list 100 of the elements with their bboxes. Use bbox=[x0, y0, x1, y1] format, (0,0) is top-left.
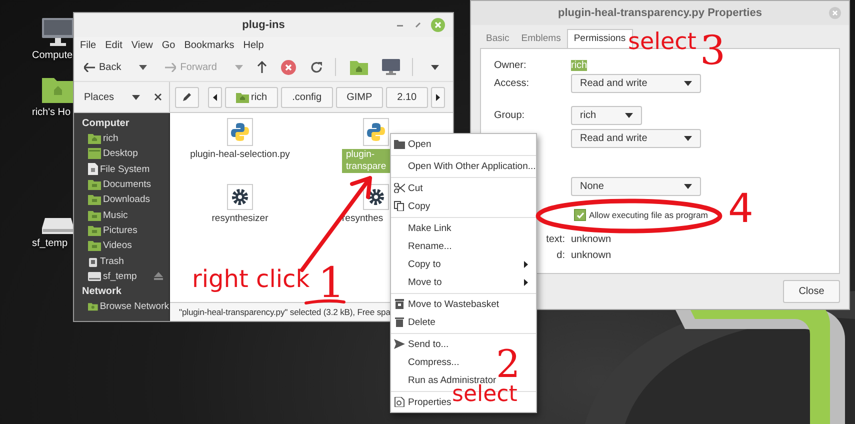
eject-icon[interactable] bbox=[154, 272, 163, 280]
sidebar-heading: Computer bbox=[81, 117, 130, 131]
sidebar-item[interactable]: Desktop bbox=[74, 146, 169, 162]
menu-item[interactable]: Go bbox=[162, 40, 176, 50]
dropdown[interactable]: rich bbox=[571, 106, 642, 124]
menu-item[interactable]: Bookmarks bbox=[184, 40, 234, 50]
sidebar-item[interactable]: Pictures bbox=[74, 222, 169, 238]
dropdown-caret-icon[interactable] bbox=[139, 64, 148, 70]
path-button[interactable]: 2.10 bbox=[386, 86, 428, 108]
trash-icon bbox=[88, 256, 98, 267]
menu-item[interactable]: Copy to bbox=[408, 258, 441, 270]
annotation-text: 4 bbox=[728, 189, 754, 229]
menu-item[interactable]: Open With Other Application... bbox=[408, 160, 536, 172]
sidebar-item[interactable]: Documents bbox=[74, 176, 169, 192]
scroll-left-button[interactable] bbox=[208, 86, 222, 108]
path-button[interactable]: .config bbox=[281, 86, 333, 108]
annotation-text: select bbox=[452, 384, 518, 406]
sidebar-item[interactable]: File System bbox=[74, 162, 169, 177]
menu-item[interactable]: Properties bbox=[408, 396, 452, 408]
places-label[interactable]: Places bbox=[84, 92, 114, 102]
window-title: plug-ins bbox=[242, 19, 285, 31]
close-icon[interactable] bbox=[154, 93, 162, 101]
dropdown-caret-icon[interactable] bbox=[431, 64, 439, 70]
tab[interactable]: Emblems bbox=[515, 30, 567, 48]
menu-item[interactable]: View bbox=[131, 40, 153, 50]
sidebar-item[interactable]: Videos bbox=[74, 238, 169, 254]
menu-item[interactable]: Edit bbox=[105, 40, 122, 50]
maximize-icon[interactable] bbox=[413, 20, 423, 30]
menu-item[interactable]: Cut bbox=[408, 182, 423, 194]
dropdown-caret-icon[interactable] bbox=[132, 94, 140, 100]
menu-item[interactable]: Move to bbox=[408, 276, 442, 288]
sidebar-item[interactable]: Music bbox=[74, 207, 169, 223]
document-icon bbox=[394, 397, 405, 407]
menu-item[interactable]: Make Link bbox=[408, 222, 452, 234]
annotation-text: 3 bbox=[700, 31, 726, 71]
edit-path-button[interactable] bbox=[175, 86, 199, 108]
back-arrow-icon bbox=[84, 62, 95, 72]
path-button[interactable]: GIMP bbox=[336, 86, 384, 108]
dropdown[interactable]: Read and write bbox=[571, 74, 701, 92]
scissors-icon bbox=[394, 183, 405, 193]
annotation-underline bbox=[304, 298, 346, 306]
tab[interactable]: Basic bbox=[480, 30, 516, 48]
annotation-text: right click bbox=[192, 267, 310, 291]
path-button[interactable]: rich bbox=[225, 86, 278, 108]
sidebar-item[interactable]: Downloads bbox=[74, 192, 169, 208]
checkbox[interactable] bbox=[574, 209, 586, 221]
drive-icon bbox=[88, 272, 101, 281]
sidebar-item[interactable]: Trash bbox=[74, 253, 169, 269]
computer-icon[interactable] bbox=[382, 59, 400, 75]
menu-item[interactable]: Send to... bbox=[408, 338, 449, 350]
field-label: Access: bbox=[494, 78, 530, 88]
stop-icon[interactable] bbox=[280, 60, 296, 74]
menu-item[interactable]: Copy bbox=[408, 200, 430, 212]
menu-item[interactable]: Compress... bbox=[408, 356, 460, 368]
monitor-icon bbox=[42, 18, 74, 46]
back-button[interactable]: Back bbox=[80, 62, 126, 72]
menu-item[interactable]: Run as Administrator bbox=[408, 374, 496, 386]
forward-arrow-icon bbox=[165, 62, 176, 72]
dropdown-caret-icon bbox=[684, 184, 692, 188]
network-folder-icon bbox=[88, 301, 98, 312]
field-label: d: bbox=[556, 250, 565, 260]
file-name[interactable]: resynthes bbox=[342, 213, 384, 225]
menu-item[interactable]: Help bbox=[243, 40, 264, 50]
home-folder-icon[interactable] bbox=[350, 60, 368, 74]
menu-item[interactable]: File bbox=[80, 40, 96, 50]
file-icon bbox=[88, 163, 98, 176]
annotation-text: 2 bbox=[496, 345, 520, 383]
sidebar-heading: Network bbox=[81, 284, 122, 299]
drive-icon bbox=[42, 218, 74, 234]
gear-icon bbox=[227, 184, 253, 210]
menu-item[interactable]: Open bbox=[408, 138, 432, 150]
close-button[interactable]: Close bbox=[783, 280, 840, 303]
file-name[interactable]: plugin-heal-selection.py bbox=[190, 149, 290, 161]
icon-label[interactable]: Compute bbox=[32, 50, 73, 61]
dropdown-caret-icon bbox=[625, 112, 633, 118]
right-triangle-icon bbox=[436, 94, 440, 100]
folder-icon bbox=[88, 194, 101, 206]
home-folder-icon bbox=[42, 75, 74, 103]
field-label: Group: bbox=[494, 110, 525, 120]
field-label: Owner: bbox=[494, 60, 526, 70]
left-triangle-icon bbox=[213, 94, 217, 100]
file-name[interactable]: resynthesizer bbox=[212, 213, 268, 225]
dropdown[interactable]: Read and write bbox=[571, 128, 701, 148]
dropdown[interactable]: None bbox=[571, 176, 701, 196]
reload-icon[interactable] bbox=[310, 60, 323, 74]
scroll-right-button[interactable] bbox=[430, 86, 445, 108]
icon-label[interactable]: sf_temp bbox=[32, 238, 68, 249]
icon-label[interactable]: rich's Ho bbox=[32, 107, 71, 118]
dropdown-caret-icon bbox=[684, 80, 692, 86]
home-folder-icon bbox=[88, 133, 101, 144]
field-label: text: bbox=[546, 234, 565, 244]
up-arrow-icon[interactable] bbox=[256, 61, 267, 73]
sidebar-item[interactable]: Browse Network bbox=[74, 298, 169, 314]
sidebar-item[interactable]: rich bbox=[74, 131, 169, 146]
sidebar-item[interactable]: sf_temp bbox=[74, 268, 169, 284]
home-folder-icon bbox=[236, 92, 249, 102]
menu-item[interactable]: Rename... bbox=[408, 240, 452, 252]
checkbox-label: Allow executing file as program bbox=[589, 210, 708, 220]
checkmark-icon bbox=[576, 210, 584, 220]
send-icon bbox=[394, 339, 405, 349]
